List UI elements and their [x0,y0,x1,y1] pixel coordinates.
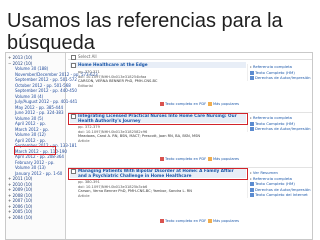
popular-link[interactable]: Más populares [208,157,239,161]
select-all-bar[interactable]: Select All [68,53,312,60]
pdf-link[interactable]: Texto completo en PDF [160,219,206,223]
checkbox-icon[interactable] [71,54,76,60]
highlight-box [68,168,248,180]
pdf-link[interactable]: Texto completo en PDF [160,102,206,106]
document-icon [250,70,254,75]
article-type: Article [78,193,90,198]
year-item[interactable]: + 2004 (10) [6,215,65,221]
pdf-link[interactable]: Texto completo en PDF [160,157,206,161]
issue-link[interactable]: June 2012 - pp. 324-383 [6,110,65,116]
checkbox-icon[interactable] [71,63,76,68]
article-type: Article [78,138,90,143]
copyright-icon [250,76,254,80]
journal-screenshot: + 2013 (10) − 2012 (10) Volume 30 (188) … [5,52,313,240]
popular-link[interactable]: Más populares [208,219,239,223]
copyright-icon [250,127,254,131]
issue-sidebar: + 2013 (10) − 2012 (10) Volume 30 (188) … [6,53,98,239]
pdf-icon [160,157,164,161]
highlight-box [14,146,56,155]
pdf-icon [160,102,164,106]
issue-link[interactable]: July/August 2012 - pp. 401-441 [6,99,77,105]
popular-icon [208,102,212,106]
highlight-box [68,113,248,125]
issue-link[interactable]: September 2012 - pp. 501-572 [6,77,77,83]
pdf-icon [160,219,164,223]
article-entry: Home Healthcare at the Edge pp. 370-371 … [68,62,312,113]
issue-link[interactable]: September 2012 - pp. 440-450 [6,88,77,94]
article-list: Select All Home Healthcare at the Edge p… [68,53,312,239]
article-actions: ▸Referencia completa Texto Completo (HM)… [247,115,312,132]
popular-icon [208,157,212,161]
slide-title: Usamos las referencias para la búsqueda [7,10,283,54]
article-title[interactable]: Home Healthcare at the Edge [78,62,242,67]
globe-icon [250,193,254,197]
popular-icon [208,219,212,223]
copyright-link[interactable]: Derechos de Autor/Impresión [248,75,312,81]
internet-full-text-link[interactable]: Texto Completo del Internet [248,192,312,198]
popular-link[interactable]: Más populares [208,102,239,106]
copyright-link[interactable]: Derechos de Autor/Impresión [248,126,312,132]
document-icon [250,121,254,126]
document-icon [250,182,254,186]
article-actions: ▸Referencia completa Texto Completo (HM)… [247,64,312,81]
article-type: Editorial [78,83,93,88]
collapse-icon[interactable]: − [8,61,11,66]
expand-icon[interactable]: + [8,55,11,60]
article-actions: ▸Ver Resumen ▸Referencia completa Texto … [247,170,312,198]
copyright-icon [250,187,254,192]
